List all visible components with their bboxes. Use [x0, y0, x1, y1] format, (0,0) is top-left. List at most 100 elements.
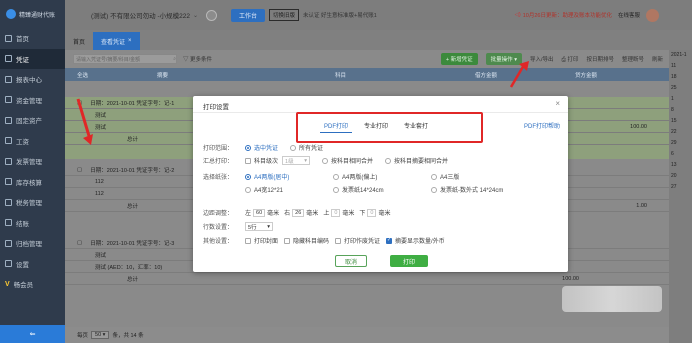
wallet-icon [5, 96, 12, 104]
online-service-link[interactable]: 在线客服 [618, 11, 640, 19]
radio-merge-same-account[interactable]: 按科目相同合并 [322, 156, 373, 165]
close-icon[interactable]: × [128, 38, 132, 44]
home-icon [5, 34, 12, 42]
sidebar-item-inventory[interactable]: 库存核算 [0, 172, 65, 193]
search-input[interactable]: 请输入凭证号/摘要/科目/金额 ⌕ [73, 54, 177, 64]
search-icon[interactable]: ⌕ [173, 56, 176, 62]
column-account: 科目 [335, 72, 347, 79]
pdf-print-help-link[interactable]: PDF打印帮助 [524, 121, 560, 130]
radio-selected-vouchers[interactable]: 选中凭证 [245, 143, 278, 152]
sidebar: 精臻通财代账 首页 凭证 报表中心 资金管理 固定资产 工资 发票管理 库存核算… [0, 0, 65, 343]
certification-status: 未认证 好生意标准版+易代账1 [303, 13, 377, 19]
archive-icon [5, 239, 12, 247]
sidebar-item-tax[interactable]: 税务管理 [0, 192, 65, 213]
vip-icon: V [5, 280, 10, 288]
calendar-day[interactable]: 22 [669, 127, 692, 138]
radio-a4-wide[interactable]: A4宽12*21 [245, 185, 333, 194]
sidebar-item-settings[interactable]: 设置 [0, 254, 65, 275]
salary-icon [5, 137, 12, 145]
sidebar-item-voucher[interactable]: 凭证 [0, 48, 65, 69]
calendar-day[interactable]: 15 [669, 116, 692, 127]
checkbox-show-qty-currency[interactable]: 摘要显示数量/外币 [386, 236, 445, 245]
checkbox-account-level[interactable]: 科目级次 [245, 156, 278, 165]
calendar-day[interactable]: 13 [669, 160, 692, 171]
radio-a4-three[interactable]: A4三版 [431, 172, 459, 181]
top-bar: (测试) 不有限公司勿动 -小规模222 ⌄ 工作台 切换旧版 未认证 好生意标… [65, 0, 692, 30]
column-summary: 摘要 [157, 72, 169, 79]
radio-invoice-paper-outer[interactable]: 发票纸-数外式 14*24cm [431, 185, 503, 194]
refresh-button[interactable]: 刷新 [652, 55, 663, 63]
sort-number-button[interactable]: 按日期排号 [586, 55, 614, 63]
radio-all-vouchers[interactable]: 所有凭证 [290, 143, 323, 152]
paper-row: 选择纸张： A4两版(居中) A4两版(偏上) A4三版 [203, 172, 459, 181]
margin-right-input[interactable]: 26 [292, 208, 305, 217]
close-books-icon [5, 219, 12, 227]
import-export-button[interactable]: 导入/导出 [530, 55, 554, 63]
row-checkbox[interactable]: ▢ [77, 240, 82, 246]
workbench-button[interactable]: 工作台 [230, 8, 265, 22]
column-credit: 贷方金额 [575, 72, 598, 79]
radio-a4-two-top[interactable]: A4两版(偏上) [333, 172, 431, 181]
paper-row-2: A4宽12*21 发票纸14*24cm 发票纸-数外式 14*24cm [203, 185, 503, 194]
company-name: (测试) 不有限公司勿动 -小规模222 [91, 13, 190, 20]
sidebar-item-home[interactable]: 首页 [0, 28, 65, 49]
sidebar-item-fixed-assets[interactable]: 固定资产 [0, 110, 65, 131]
calendar-day[interactable]: 25 [669, 83, 692, 94]
asset-icon [5, 116, 12, 124]
page-size-select[interactable]: 50 ▾ [91, 331, 110, 339]
confirm-print-button[interactable]: 打印 [390, 255, 428, 267]
avatar[interactable] [646, 8, 659, 22]
cancel-button[interactable]: 取消 [335, 255, 367, 267]
calendar-day[interactable]: 27 [669, 182, 692, 193]
sidebar-item-vip[interactable]: V 畅会员 [0, 274, 65, 295]
report-icon [5, 75, 12, 83]
sidebar-item-salary[interactable]: 工资 [0, 131, 65, 152]
calendar-day[interactable]: 11 [669, 61, 692, 72]
more-conditions-button[interactable]: ▽ 更多条件 [183, 55, 212, 63]
new-voucher-button[interactable]: + 新增凭证 [440, 53, 478, 65]
margin-left-input[interactable]: 60 [253, 208, 266, 217]
radio-invoice-paper[interactable]: 发票纸14*24cm [333, 185, 431, 194]
margin-row: 边距调整： 左 60 毫米 右 26 毫米 上 0 毫米 下 0 毫米 [203, 208, 391, 217]
sidebar-collapse-button[interactable]: ⇐ [0, 325, 65, 343]
company-selector[interactable]: (测试) 不有限公司勿动 -小规模222 ⌄ [91, 10, 198, 21]
account-level-select[interactable]: 1级 ▾ [282, 156, 311, 165]
print-button[interactable]: ⎙ 打印 [562, 55, 579, 64]
tab-home[interactable]: 首页 [65, 33, 93, 50]
sidebar-item-invoice[interactable]: 发票管理 [0, 151, 65, 172]
rows-select[interactable]: 5行 ▾ [245, 222, 273, 231]
column-debit: 借方金额 [475, 72, 498, 79]
close-icon[interactable]: × [555, 99, 560, 108]
tab-view-voucher[interactable]: 查看凭证 × [93, 32, 140, 50]
radio-a4-two-centered[interactable]: A4两版(居中) [245, 172, 333, 181]
sidebar-item-funds[interactable]: 资金管理 [0, 90, 65, 111]
sidebar-item-closing[interactable]: 结账 [0, 213, 65, 234]
checkbox-hide-account-code[interactable]: 隐藏科目编码 [284, 236, 329, 245]
collapse-icon: ⇐ [29, 331, 36, 338]
margin-bottom-input[interactable]: 0 [367, 208, 377, 217]
switch-old-version-button[interactable]: 切换旧版 [269, 9, 300, 21]
pagination: 每页 50 ▾ 条，共 14 条 [65, 327, 669, 343]
chevron-down-icon: ▾ [304, 157, 308, 164]
refresh-company-icon[interactable] [205, 9, 217, 21]
select-all-checkbox[interactable]: 全选 [77, 71, 88, 79]
calendar-day[interactable]: 8 [669, 105, 692, 116]
calendar-day[interactable]: 1 [669, 94, 692, 105]
calendar-day[interactable]: 29 [669, 138, 692, 149]
update-notice[interactable]: ◁) 10月26日更新：助理及账本功能优化 [515, 11, 612, 19]
margin-top-input[interactable]: 0 [331, 208, 341, 217]
table-header: 全选 摘要 科目 借方金额 贷方金额 [65, 68, 669, 81]
checkbox-print-void[interactable]: 打印作废凭证 [335, 236, 380, 245]
calendar-month[interactable]: 2021-1 [669, 50, 692, 61]
sidebar-item-reports[interactable]: 报表中心 [0, 69, 65, 90]
checkbox-print-cover[interactable]: 打印封面 [245, 236, 278, 245]
sidebar-item-archive[interactable]: 归档管理 [0, 233, 65, 254]
tax-icon [5, 198, 12, 206]
radio-merge-same-summary[interactable]: 按科目摘要相同合并 [385, 156, 448, 165]
calendar-day[interactable]: 6 [669, 149, 692, 160]
calendar-day[interactable]: 20 [669, 171, 692, 182]
stock-icon [5, 178, 12, 186]
calendar-day[interactable]: 18 [669, 72, 692, 83]
renumber-button[interactable]: 整理断号 [622, 55, 644, 63]
row-checkbox[interactable]: ▢ [77, 167, 82, 173]
